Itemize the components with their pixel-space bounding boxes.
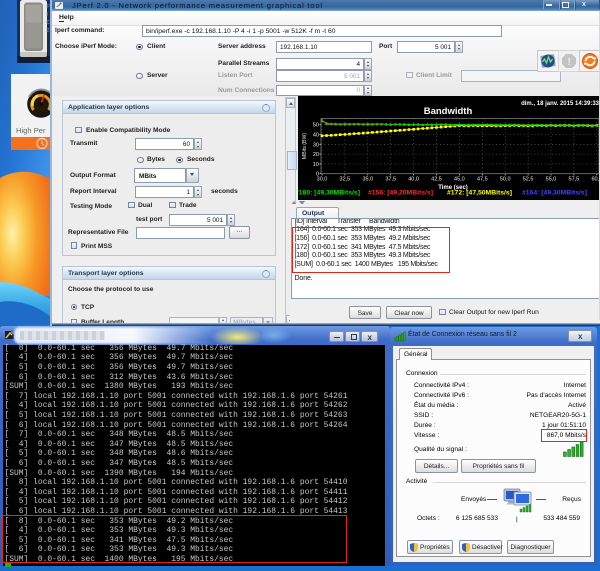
svg-text:30: 30	[313, 142, 319, 148]
svg-text:40,0: 40,0	[408, 177, 419, 183]
svg-text:50,0: 50,0	[500, 177, 511, 183]
svg-text:#164: [49,30MBits/s]: #164: [49,30MBits/s]	[522, 190, 587, 197]
svg-text:42,5: 42,5	[431, 177, 442, 183]
svg-text:High Per: High Per	[16, 126, 46, 135]
svg-text:30,0: 30,0	[317, 177, 328, 183]
svg-text:32,5: 32,5	[340, 177, 351, 183]
svg-text:!: !	[567, 57, 570, 68]
svg-text:55,0: 55,0	[546, 177, 557, 183]
svg-text:Bandwidth: Bandwidth	[424, 106, 473, 117]
svg-text:#156: [49,20MBits/s]: #156: [49,20MBits/s]	[368, 190, 433, 197]
svg-text:37,5: 37,5	[385, 177, 396, 183]
svg-text:MBits (BW): MBits (BW)	[302, 133, 308, 159]
svg-text:#172: [47,50MBits/s]: #172: [47,50MBits/s]	[447, 190, 512, 197]
svg-text:35,0: 35,0	[362, 177, 373, 183]
svg-text:40: 40	[313, 133, 319, 139]
svg-text:45,0: 45,0	[454, 177, 465, 183]
svg-text:10: 10	[313, 162, 319, 168]
svg-text:#180: [49,30MBits/s]: #180: [49,30MBits/s]	[298, 190, 360, 197]
svg-text:50: 50	[313, 123, 319, 129]
svg-text:57,5: 57,5	[569, 177, 580, 183]
svg-text:20: 20	[313, 152, 319, 158]
svg-text:52,5: 52,5	[523, 177, 534, 183]
svg-text:dim., 18 janv. 2015 14:39:33: dim., 18 janv. 2015 14:39:33	[521, 101, 600, 107]
svg-text:47,5: 47,5	[477, 177, 488, 183]
